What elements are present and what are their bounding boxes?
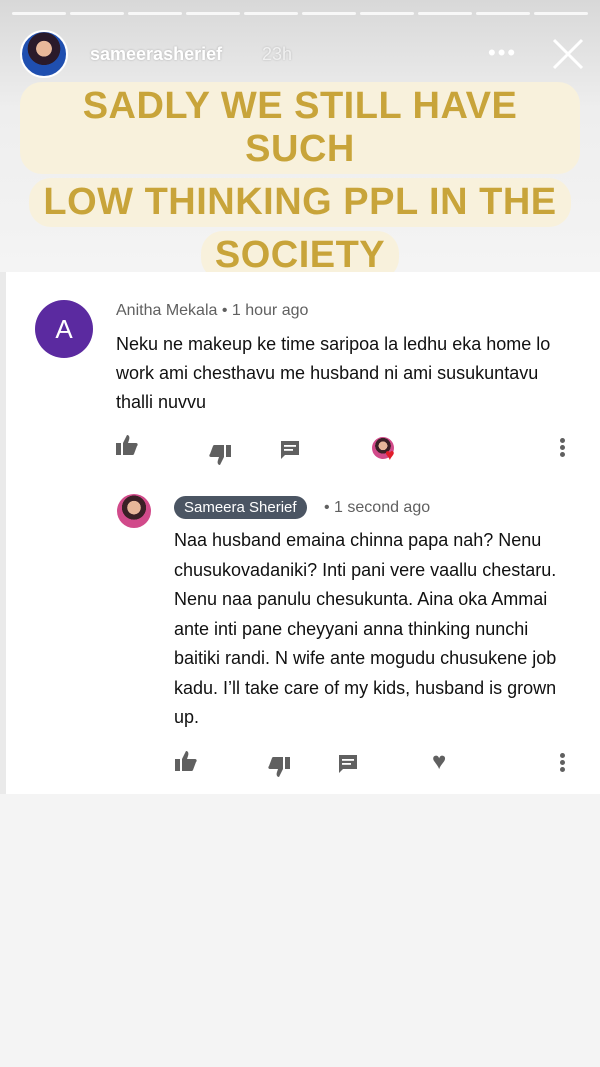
progress-segment [476, 12, 530, 15]
story-progress-bar [12, 12, 588, 15]
reply-time: 1 second ago [334, 499, 431, 516]
meta-separator: • [221, 302, 232, 319]
progress-segment [70, 12, 124, 15]
creator-heart-icon[interactable]: ♥ [372, 437, 400, 465]
progress-segment [244, 12, 298, 15]
comment-text: Neku ne makeup ke time saripoa la ledhu … [116, 334, 551, 412]
thumbs-up-icon[interactable] [115, 434, 139, 456]
more-vertical-icon[interactable] [558, 752, 566, 774]
story-header-area: sameerasherief 23h ••• SADLY WE STILL HA… [0, 0, 600, 280]
reply-meta: • 1 second ago [324, 499, 430, 517]
progress-segment [302, 12, 356, 15]
close-icon[interactable] [548, 34, 588, 74]
story-user-avatar[interactable] [20, 30, 68, 78]
reply-author-avatar[interactable] [117, 494, 151, 528]
progress-segment [128, 12, 182, 15]
progress-segment [186, 12, 240, 15]
heart-icon[interactable]: ♥ [432, 748, 446, 776]
comment-screenshot-card: A Anitha Mekala • 1 hour ago Neku ne mak… [0, 272, 600, 794]
comment-time: 1 hour ago [231, 302, 309, 319]
progress-segment [360, 12, 414, 15]
meta-separator: • [324, 499, 335, 516]
story-headline: SADLY WE STILL HAVE SUCH LOW THINKING PP… [20, 80, 580, 282]
divider [0, 272, 6, 794]
progress-segment [534, 12, 588, 15]
more-horizontal-icon[interactable]: ••• [488, 40, 517, 66]
headline-line: SADLY WE STILL HAVE SUCH [20, 82, 580, 174]
progress-segment [12, 12, 66, 15]
comment-meta: Anitha Mekala • 1 hour ago [116, 302, 308, 320]
reply-comment-icon[interactable] [280, 440, 300, 460]
thumbs-down-icon[interactable] [208, 444, 232, 466]
headline-line: LOW THINKING PPL IN THE [29, 178, 571, 227]
story-time: 23h [262, 44, 293, 64]
progress-segment [418, 12, 472, 15]
comment-author-avatar[interactable]: A [35, 300, 93, 358]
comment-author[interactable]: Anitha Mekala [116, 302, 217, 319]
thumbs-down-icon[interactable] [267, 756, 291, 778]
thumbs-up-icon[interactable] [174, 750, 198, 772]
reply-text: Naa husband emaina chinna papa nah? Nenu… [174, 530, 557, 727]
more-vertical-icon[interactable] [558, 437, 566, 459]
reply-comment-icon[interactable] [338, 754, 358, 774]
reply-author-chip[interactable]: Sameera Sherief [174, 496, 307, 519]
story-username[interactable]: sameerasherief [90, 44, 222, 65]
